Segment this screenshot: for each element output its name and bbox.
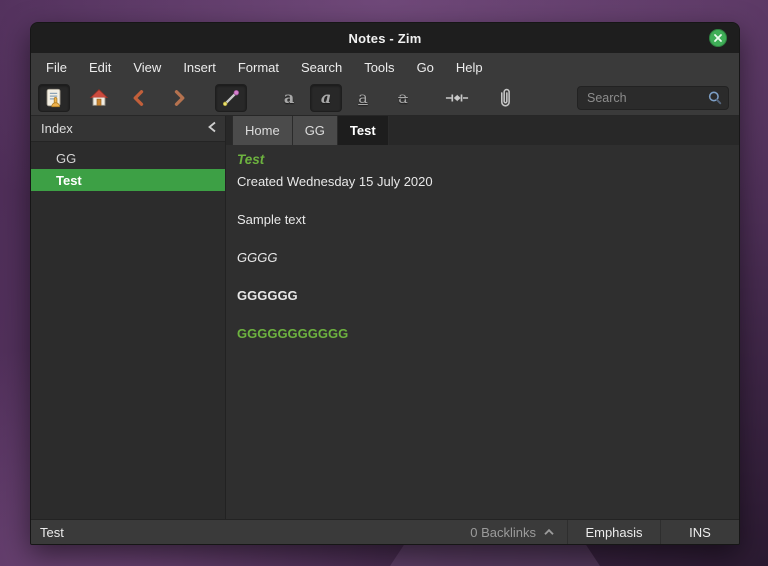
format-mark-button[interactable]: a	[347, 84, 379, 112]
menu-format[interactable]: Format	[227, 53, 290, 81]
menu-help[interactable]: Help	[445, 53, 494, 81]
page-index-list: GG Test	[31, 142, 225, 191]
index-item-gg[interactable]: GG	[31, 147, 225, 169]
forward-arrow-icon	[174, 90, 185, 106]
chevron-left-icon	[208, 121, 216, 133]
zim-window: Notes - Zim File Edit View Insert Format…	[30, 22, 740, 545]
toolbar-search	[577, 86, 729, 110]
menu-file[interactable]: File	[35, 53, 78, 81]
sidebar-header: Index	[31, 116, 225, 142]
chevron-up-icon	[544, 528, 554, 535]
menubar: File Edit View Insert Format Search Tool…	[31, 53, 739, 81]
heading-line: GGGGGGGGGGG	[237, 326, 349, 341]
collapse-pane-button[interactable]	[207, 121, 217, 136]
format-emphasis-button[interactable]: a	[310, 84, 342, 112]
forward-button[interactable]	[163, 84, 195, 112]
back-button[interactable]	[123, 84, 155, 112]
paperclip-icon	[501, 88, 510, 107]
sample-text-line: Sample text	[237, 212, 306, 227]
attach-file-button[interactable]	[489, 84, 521, 112]
back-arrow-icon	[133, 90, 144, 106]
format-strike-button[interactable]: a	[387, 84, 419, 112]
menu-edit[interactable]: Edit	[78, 53, 122, 81]
menu-go[interactable]: Go	[406, 53, 445, 81]
page-title: Test	[237, 152, 265, 167]
bold-icon: a	[283, 88, 295, 107]
created-line: Created Wednesday 15 July 2020	[237, 174, 433, 189]
close-icon	[714, 34, 722, 42]
tab-gg[interactable]: GG	[292, 116, 338, 145]
index-item-test[interactable]: Test	[31, 169, 225, 191]
sidebar-title: Index	[41, 121, 73, 136]
home-button[interactable]	[83, 84, 115, 112]
toggle-editable-button[interactable]	[215, 84, 247, 112]
menu-view[interactable]: View	[122, 53, 172, 81]
statusbar-page-name: Test	[40, 524, 64, 540]
pen-icon	[222, 90, 239, 107]
titlebar[interactable]: Notes - Zim	[31, 23, 739, 53]
strikethrough-icon: a	[398, 88, 408, 107]
main-area: Index GG Test Home GG Test Test Created …	[31, 116, 739, 519]
search-icon[interactable]	[706, 89, 724, 110]
backlinks-count: 0 Backlinks	[470, 524, 536, 540]
insert-link-button[interactable]	[441, 84, 473, 112]
format-strong-button[interactable]: a	[273, 84, 305, 112]
menu-insert[interactable]: Insert	[172, 53, 227, 81]
home-icon	[89, 89, 109, 106]
menu-search[interactable]: Search	[290, 53, 353, 81]
close-button[interactable]	[709, 29, 727, 47]
toggle-notebook-button[interactable]	[38, 84, 70, 112]
page-editor[interactable]: Test Created Wednesday 15 July 2020 Samp…	[226, 145, 739, 519]
tab-home[interactable]: Home	[232, 116, 293, 145]
italic-icon: a	[320, 88, 332, 107]
window-title: Notes - Zim	[348, 30, 422, 46]
index-sidebar: Index GG Test	[31, 116, 226, 519]
emphasis-line: GGGG	[237, 250, 278, 265]
toolbar: a a a a	[31, 81, 739, 116]
content-pane: Home GG Test Test Created Wednesday 15 J…	[226, 116, 739, 519]
format-style-indicator[interactable]: Emphasis	[568, 525, 660, 540]
tab-test[interactable]: Test	[337, 116, 389, 145]
menu-tools[interactable]: Tools	[353, 53, 405, 81]
statusbar: Test 0 Backlinks Emphasis INS	[31, 519, 739, 544]
underline-icon: a	[358, 88, 368, 107]
strong-line: GGGGGG	[237, 288, 298, 303]
note-page-icon	[46, 88, 61, 108]
insert-mode-indicator: INS	[689, 524, 711, 540]
tab-bar: Home GG Test	[226, 116, 739, 145]
link-connector-icon	[445, 94, 469, 102]
backlinks-expander[interactable]: 0 Backlinks	[458, 525, 567, 540]
